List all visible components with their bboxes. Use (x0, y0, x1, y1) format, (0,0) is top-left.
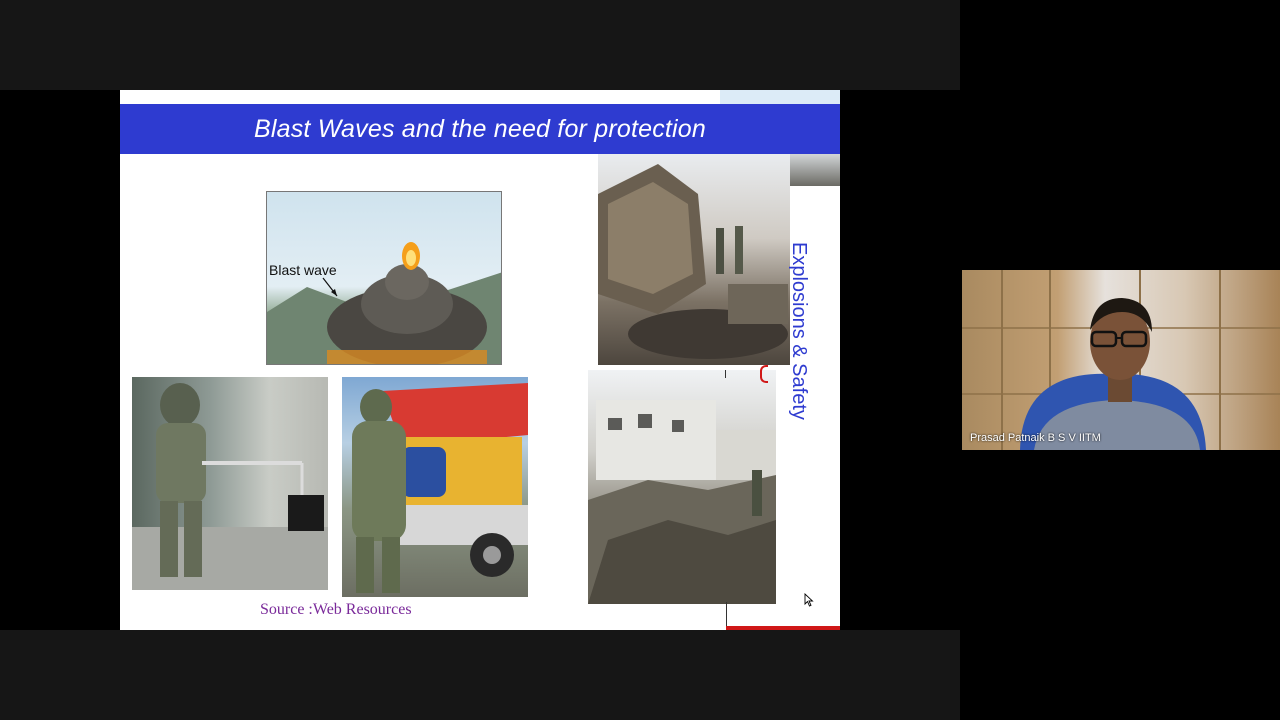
stage-top-band (0, 0, 960, 90)
blast-wave-image: Blast wave (266, 191, 502, 365)
bomb-suit-image (132, 377, 328, 590)
destroyed-building-image (588, 370, 776, 604)
slide-tick-line (725, 370, 726, 378)
participant-video-tile[interactable]: Prasad Patnaik B S V IITM (962, 270, 1280, 450)
damaged-vehicle-image (598, 154, 790, 365)
slide-title-bar: Blast Waves and the need for protection (120, 104, 840, 154)
mouse-cursor-icon (804, 593, 814, 607)
corner-thumbnail-image (790, 154, 840, 186)
stage-bottom-band (0, 630, 960, 720)
stage-mid-band (840, 90, 960, 630)
blast-wave-label: Blast wave (269, 262, 337, 278)
source-caption: Source :Web Resources (260, 601, 412, 618)
stage-left-band (0, 90, 120, 630)
vertical-label-text: Explosions & Safety (788, 242, 810, 420)
participant-name-label: Prasad Patnaik B S V IITM (970, 432, 1101, 444)
slide-top-strip (720, 90, 840, 104)
slide-title: Blast Waves and the need for protection (253, 114, 707, 143)
red-bracket-mark (760, 365, 768, 383)
red-bottom-bar (726, 626, 840, 630)
vertical-section-label: Explosions & Safety (786, 242, 810, 482)
robot-trailer-image (342, 377, 528, 597)
shared-slide: Blast Waves and the need for protection … (120, 90, 840, 630)
